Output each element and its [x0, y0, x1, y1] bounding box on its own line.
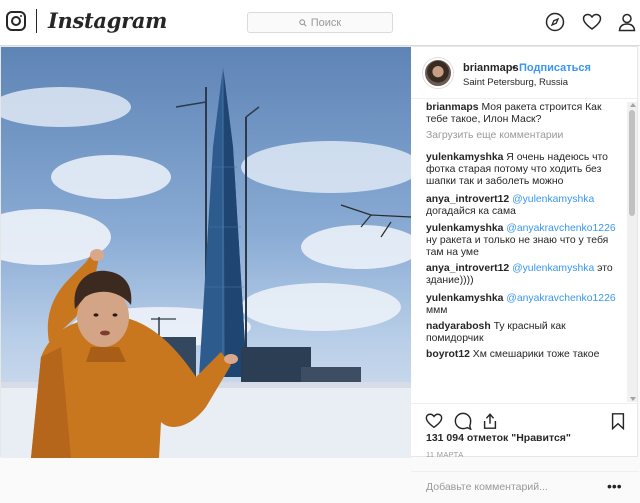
comment-author[interactable]: yulenkamyshka	[426, 152, 503, 163]
comment-input[interactable]	[426, 481, 596, 493]
scrollbar-thumb[interactable]	[629, 110, 635, 216]
photo-illustration	[1, 67, 411, 458]
person-icon[interactable]	[617, 12, 637, 32]
comment-author[interactable]: brianmaps	[426, 102, 479, 113]
scroll-up-arrow-icon[interactable]	[630, 103, 636, 107]
comment-author[interactable]: boyrot12	[426, 349, 470, 360]
comment-text: ммм	[426, 305, 448, 316]
bookmark-icon[interactable]	[609, 412, 627, 430]
list-item: nadyarabosh Ту красный как помидорчик	[426, 321, 626, 345]
post-sidebar: brianmaps • Подписаться Saint Petersburg…	[411, 47, 639, 494]
comment-text: догадайся ка сама	[426, 206, 516, 217]
list-item: anya_introvert12 @yulenkamyshka это здан…	[426, 263, 626, 287]
comment-mention[interactable]: @yulenkamyshka	[512, 194, 594, 205]
post-date[interactable]: 11 МАРТА	[426, 450, 464, 459]
speech-bubble-icon[interactable]	[454, 412, 472, 430]
comment-author[interactable]: yulenkamyshka	[426, 223, 503, 234]
add-comment-bar: •••	[411, 471, 639, 503]
comment-author[interactable]: anya_introvert12	[426, 194, 509, 205]
post-location[interactable]: Saint Petersburg, Russia	[463, 77, 568, 88]
post-header: brianmaps • Подписаться Saint Petersburg…	[411, 47, 639, 99]
logo-divider	[36, 9, 37, 33]
comment-text: Хм смешарики тоже такое	[472, 349, 600, 360]
comment-author[interactable]: nadyarabosh	[426, 321, 491, 332]
list-item: yulenkamyshka @anyakravchenko1226 ммм	[426, 293, 626, 317]
heart-icon[interactable]	[582, 12, 602, 32]
instagram-wordmark[interactable]: Instagram	[48, 8, 167, 33]
post-card: brianmaps • Подписаться Saint Petersburg…	[0, 46, 639, 494]
post-actions	[411, 403, 639, 431]
instagram-camera-icon[interactable]	[6, 11, 26, 31]
comment-author[interactable]: yulenkamyshka	[426, 293, 503, 304]
scroll-down-arrow-icon[interactable]	[630, 397, 636, 401]
follow-button[interactable]: Подписаться	[519, 62, 591, 74]
post-photo[interactable]	[1, 47, 411, 458]
list-item: boyrot12 Хм смешарики тоже такое	[426, 349, 626, 361]
load-more-comments-link[interactable]: Загрузить еще комментарии	[426, 130, 563, 141]
post-author-username[interactable]: brianmaps	[463, 62, 519, 74]
list-item: yulenkamyshka Я очень надеюсь что фотка …	[426, 152, 626, 188]
list-item: yulenkamyshka @anyakravchenko1226 ну рак…	[426, 223, 626, 259]
comment-text: ну ракета и только не знаю что у тебя та…	[426, 235, 609, 258]
list-item: anya_introvert12 @yulenkamyshka догадайс…	[426, 194, 626, 218]
comment-mention[interactable]: @anyakravchenko1226	[506, 293, 615, 304]
search-placeholder: Поиск	[310, 16, 342, 29]
top-navigation-bar: Instagram Поиск	[0, 0, 640, 46]
compass-icon[interactable]	[545, 12, 565, 32]
heart-icon[interactable]	[425, 412, 443, 430]
separator-dot: •	[512, 62, 516, 74]
share-icon[interactable]	[481, 412, 499, 430]
comment-author[interactable]: anya_introvert12	[426, 263, 509, 274]
more-options-button[interactable]: •••	[607, 478, 622, 494]
comments-scrollbar[interactable]	[627, 102, 637, 402]
caption: brianmaps Моя ракета строится Как тебе т…	[426, 102, 626, 126]
search-icon	[299, 18, 307, 27]
comment-mention[interactable]: @yulenkamyshka	[512, 263, 594, 274]
likes-count[interactable]: 131 094 отметок "Нравится"	[426, 432, 571, 444]
search-box[interactable]: Поиск	[247, 12, 393, 33]
comment-mention[interactable]: @anyakravchenko1226	[506, 223, 615, 234]
avatar[interactable]	[423, 58, 453, 88]
comments-list: brianmaps Моя ракета строится Как тебе т…	[411, 102, 639, 402]
